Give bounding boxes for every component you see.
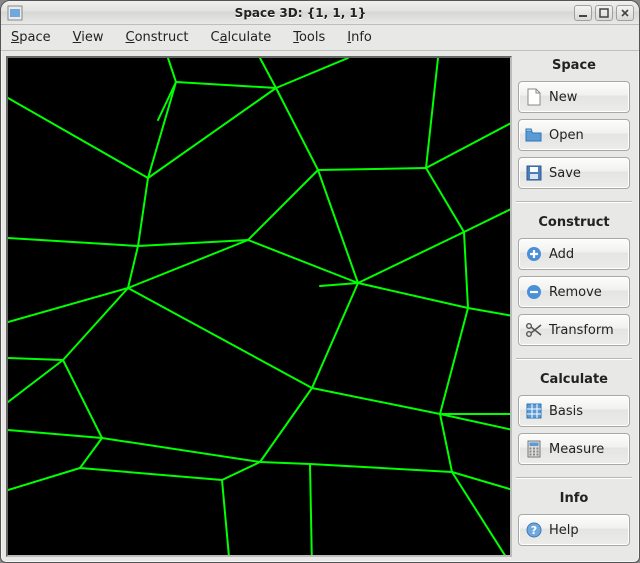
folder-open-icon bbox=[525, 126, 543, 144]
separator bbox=[516, 477, 632, 479]
button-label: Add bbox=[549, 247, 574, 262]
button-label: Help bbox=[549, 523, 579, 538]
window-title: Space 3D: {1, 1, 1} bbox=[27, 6, 574, 20]
minimize-button[interactable] bbox=[574, 5, 592, 21]
menu-view[interactable]: View bbox=[69, 28, 108, 47]
3d-viewport[interactable] bbox=[6, 56, 512, 557]
transform-button[interactable]: Transform bbox=[518, 314, 630, 346]
body: Space New Open Save Construct bbox=[2, 52, 638, 561]
section-calculate: Calculate bbox=[518, 372, 630, 387]
window-controls bbox=[574, 5, 634, 21]
help-icon: ? bbox=[525, 521, 543, 539]
menubar: Space View Construct Calculate Tools Inf… bbox=[1, 25, 639, 51]
menu-tools[interactable]: Tools bbox=[289, 28, 329, 47]
titlebar: Space 3D: {1, 1, 1} bbox=[1, 1, 639, 25]
section-construct: Construct bbox=[518, 215, 630, 230]
remove-button[interactable]: Remove bbox=[518, 276, 630, 308]
separator bbox=[516, 201, 632, 203]
menu-info[interactable]: Info bbox=[343, 28, 376, 47]
help-button[interactable]: ? Help bbox=[518, 514, 630, 546]
close-button[interactable] bbox=[616, 5, 634, 21]
scissors-icon bbox=[525, 321, 543, 339]
app-icon bbox=[7, 5, 23, 21]
button-label: Remove bbox=[549, 285, 602, 300]
button-label: Transform bbox=[549, 323, 614, 338]
remove-icon bbox=[525, 283, 543, 301]
button-label: Measure bbox=[549, 442, 604, 457]
separator bbox=[516, 358, 632, 360]
app-window: Space 3D: {1, 1, 1} Space View Construct… bbox=[0, 0, 640, 563]
file-new-icon bbox=[525, 88, 543, 106]
section-space: Space bbox=[518, 58, 630, 73]
add-icon bbox=[525, 245, 543, 263]
button-label: Save bbox=[549, 166, 581, 181]
new-button[interactable]: New bbox=[518, 81, 630, 113]
save-button[interactable]: Save bbox=[518, 157, 630, 189]
calculator-icon bbox=[525, 440, 543, 458]
tool-panel: Space New Open Save Construct bbox=[512, 52, 638, 561]
measure-button[interactable]: Measure bbox=[518, 433, 630, 465]
grid-icon bbox=[525, 402, 543, 420]
svg-text:?: ? bbox=[531, 524, 537, 537]
menu-calculate[interactable]: Calculate bbox=[206, 28, 275, 47]
button-label: Basis bbox=[549, 404, 583, 419]
button-label: New bbox=[549, 90, 577, 105]
menu-construct[interactable]: Construct bbox=[122, 28, 193, 47]
basis-button[interactable]: Basis bbox=[518, 395, 630, 427]
open-button[interactable]: Open bbox=[518, 119, 630, 151]
save-icon bbox=[525, 164, 543, 182]
maximize-button[interactable] bbox=[595, 5, 613, 21]
button-label: Open bbox=[549, 128, 584, 143]
menu-space[interactable]: Space bbox=[7, 28, 55, 47]
section-info: Info bbox=[518, 491, 630, 506]
add-button[interactable]: Add bbox=[518, 238, 630, 270]
